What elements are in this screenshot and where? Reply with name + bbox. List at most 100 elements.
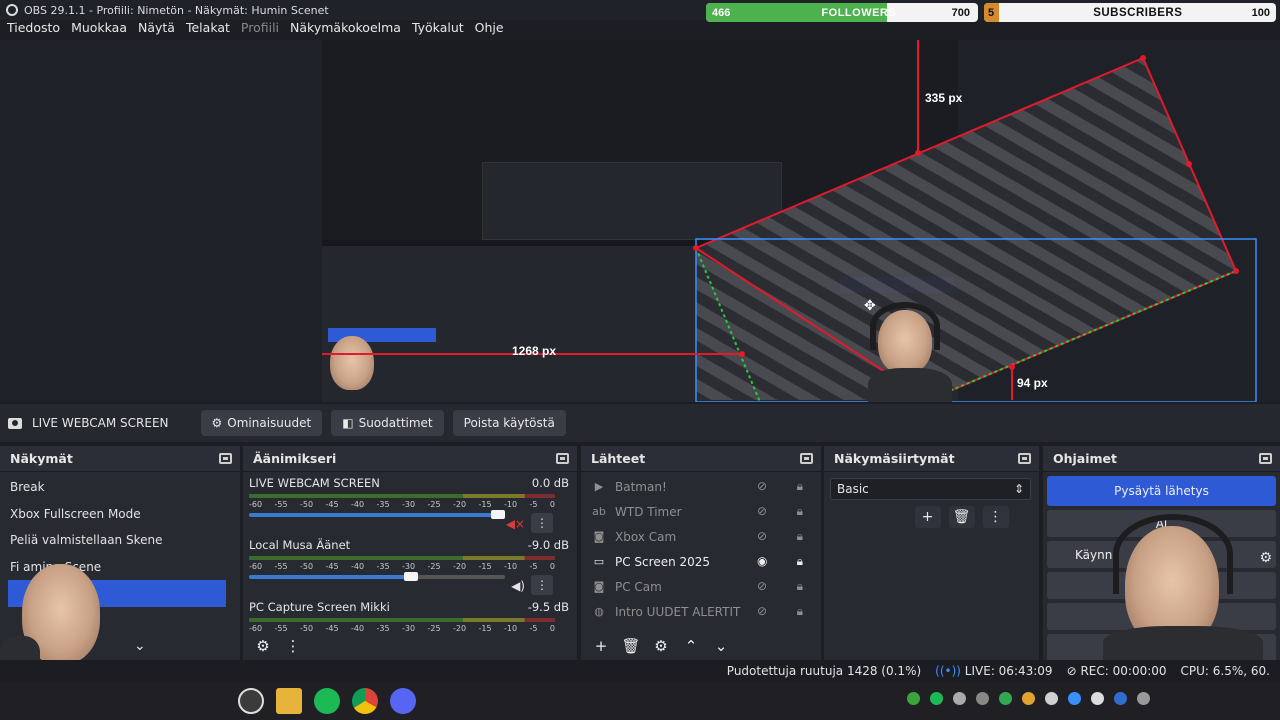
mixer-footer: ⚙ ⋮ — [243, 632, 577, 660]
menu-docks[interactable]: Telakat — [186, 20, 230, 38]
menu-view[interactable]: Näytä — [138, 20, 175, 38]
measure-top-label: 335 px — [925, 91, 963, 105]
volume-slider[interactable] — [249, 510, 505, 519]
tray-green-icon[interactable] — [907, 692, 920, 705]
disable-button[interactable]: Poista käytöstä — [452, 410, 566, 436]
obs-logo-icon — [6, 4, 18, 16]
properties-label: Ominaisuudet — [227, 416, 312, 430]
volume-meter — [249, 556, 555, 560]
followers-current: 466 — [712, 6, 731, 19]
measure-left-label: 1268 px — [512, 344, 557, 358]
trash-icon[interactable]: 🗑︎ — [619, 635, 643, 657]
eye-hidden-icon[interactable]: ⊘ — [757, 479, 767, 494]
microphone-icon[interactable] — [1137, 692, 1150, 705]
scene-toolbar: LIVE WEBCAM SCREEN ⚙ Ominaisuudet ◧ Suod… — [0, 404, 1280, 442]
lock-icon[interactable]: 🔒︎ — [797, 529, 803, 544]
eye-hidden-icon[interactable]: ⊘ — [757, 579, 767, 594]
source-item[interactable]: ▭ PC Screen 2025 ◉ 🔒︎ — [581, 549, 821, 574]
preview-area[interactable]: ✥ 335 px 1268 px 94 px — [0, 40, 1280, 402]
rec-icon: ⊘ — [1066, 664, 1077, 678]
chevron-down-icon[interactable]: ⌄ — [709, 635, 733, 657]
globe-icon: ◍ — [594, 605, 604, 618]
speaker-icon[interactable]: ◀) — [511, 579, 525, 593]
spotify-icon[interactable] — [314, 688, 340, 714]
obs-taskbar-icon[interactable] — [238, 688, 264, 714]
lock-icon[interactable]: 🔒︎ — [797, 504, 803, 519]
folder-icon[interactable] — [276, 688, 302, 714]
undock-icon[interactable] — [219, 453, 232, 464]
chevron-up-icon[interactable]: ⌃ — [679, 635, 703, 657]
kebab-menu-icon[interactable]: ⋮ — [531, 575, 553, 595]
scene-item[interactable]: Break — [0, 474, 240, 501]
volume-meter — [249, 618, 555, 622]
source-item[interactable]: ◍ Intro UUDET ALERTIT ⊘ 🔒︎ — [581, 599, 821, 624]
lock-icon[interactable]: 🔒︎ — [797, 579, 803, 594]
lock-icon[interactable]: 🔒︎ — [797, 479, 803, 494]
eye-hidden-icon[interactable]: ⊘ — [757, 529, 767, 544]
tray-obs-icon[interactable] — [1045, 692, 1058, 705]
menu-profile[interactable]: Profiili — [241, 20, 279, 38]
source-item[interactable]: ab WTD Timer ⊘ 🔒︎ — [581, 499, 821, 524]
kebab-menu-icon[interactable]: ⋮ — [531, 513, 553, 533]
undock-icon[interactable] — [800, 453, 813, 464]
menu-help[interactable]: Ohje — [475, 20, 504, 38]
add-source-plus-icon[interactable]: + — [589, 635, 613, 657]
tray-controller-icon[interactable] — [953, 692, 966, 705]
undock-icon[interactable] — [1018, 453, 1031, 464]
bluetooth-icon[interactable] — [1068, 692, 1081, 705]
channel-name: Local Musa Äänet — [249, 538, 351, 552]
discord-icon[interactable] — [390, 688, 416, 714]
eye-hidden-icon[interactable]: ⊘ — [757, 604, 767, 619]
tray-play-icon[interactable] — [999, 692, 1012, 705]
text-icon: ab — [592, 505, 606, 518]
trash-icon[interactable]: 🗑︎ — [948, 506, 975, 528]
sources-title: Lähteet — [591, 451, 646, 466]
menu-scene-collection[interactable]: Näkymäkokoelma — [290, 20, 401, 38]
add-transition-plus-icon[interactable]: + — [914, 506, 941, 528]
shield-icon[interactable] — [1114, 692, 1127, 705]
live-time: LIVE: 06:43:09 — [964, 664, 1053, 678]
lock-icon[interactable]: 🔒︎ — [797, 604, 803, 619]
filters-button[interactable]: ◧ Suodattimet — [331, 410, 444, 436]
kebab-menu-icon[interactable]: ⋮ — [982, 506, 1009, 528]
transition-select[interactable]: Basic ⇕ — [830, 478, 1031, 500]
tray-icon[interactable] — [1091, 692, 1104, 705]
rec-time: REC: 00:00:00 — [1080, 664, 1167, 678]
gear-icon: ⚙ — [211, 416, 223, 430]
scene-item[interactable]: Xbox Fullscreen Mode — [0, 501, 240, 528]
volume-slider[interactable] — [249, 572, 505, 581]
lock-icon[interactable]: 🔒︎ — [797, 554, 803, 569]
subscribers-goal-bar: 5 SUBSCRIBERS 100 — [984, 3, 1276, 22]
source-item[interactable]: ◙ Xbox Cam ⊘ 🔒︎ — [581, 524, 821, 549]
chrome-icon[interactable] — [352, 688, 378, 714]
tray-icon[interactable] — [976, 692, 989, 705]
speaker-muted-icon[interactable]: ◀× — [506, 517, 525, 531]
stop-streaming-button[interactable]: Pysäytä lähetys — [1047, 476, 1276, 506]
transitions-dock-header: Näkymäsiirtymät — [824, 446, 1039, 472]
undock-icon[interactable] — [556, 453, 569, 464]
source-item[interactable]: ◙ PC Cam ⊘ 🔒︎ — [581, 574, 821, 599]
scenes-dock: Näkymät Break Xbox Fullscreen Mode Peliä… — [0, 446, 240, 660]
channel-db: -9.5 dB — [527, 600, 569, 614]
current-source-name: LIVE WEBCAM SCREEN — [32, 416, 169, 430]
kebab-menu-icon[interactable]: ⋮ — [281, 635, 305, 657]
scene-item[interactable]: Peliä valmistellaan Skene — [0, 527, 240, 554]
menu-edit[interactable]: Muokkaa — [71, 20, 127, 38]
gear-icon[interactable]: ⚙ — [649, 635, 673, 657]
channel-name: LIVE WEBCAM SCREEN — [249, 476, 380, 490]
properties-button[interactable]: ⚙ Ominaisuudet — [200, 410, 323, 436]
tray-icon[interactable] — [1022, 692, 1035, 705]
sources-dock: Lähteet ▶ Batman! ⊘ 🔒︎ ab WTD Timer ⊘ 🔒︎ ◙ Xbox… — [581, 446, 821, 660]
advanced-audio-gear-icon[interactable]: ⚙ — [251, 635, 275, 657]
mixer-dock-header: Äänimikseri — [243, 446, 577, 472]
menu-file[interactable]: Tiedosto — [7, 20, 60, 38]
eye-icon[interactable]: ◉ — [757, 554, 767, 569]
play-icon: ▶ — [594, 480, 604, 493]
undock-icon[interactable] — [1259, 453, 1272, 464]
menu-tools[interactable]: Työkalut — [412, 20, 464, 38]
tray-spotify-icon[interactable] — [930, 692, 943, 705]
eye-hidden-icon[interactable]: ⊘ — [757, 504, 767, 519]
scenes-title: Näkymät — [10, 451, 73, 466]
source-item[interactable]: ▶ Batman! ⊘ 🔒︎ — [581, 474, 821, 499]
followers-goal-bar: 466 FOLLOWERS 700 — [706, 3, 978, 22]
